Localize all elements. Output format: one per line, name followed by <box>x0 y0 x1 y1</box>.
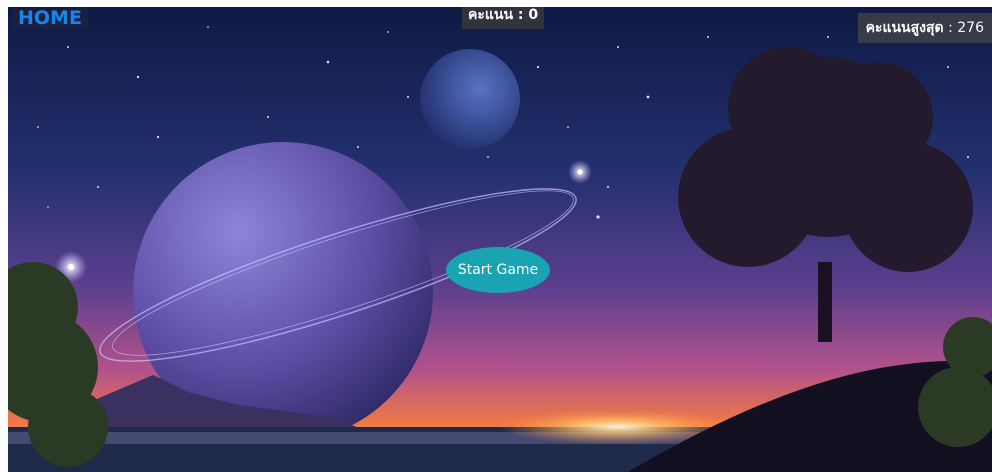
current-score: คะแนน : 0 <box>462 7 545 29</box>
score-label: คะแนน <box>468 7 514 23</box>
start-game-button[interactable]: Start Game <box>446 247 550 293</box>
home-link[interactable]: HOME <box>12 7 88 29</box>
best-score: คะแนนสูงสุด : 276 <box>857 13 992 43</box>
best-score-separator: : <box>943 20 958 36</box>
score-value: 0 <box>528 7 539 23</box>
best-score-label: คะแนนสูงสุด <box>865 20 944 36</box>
night-sky-scene <box>8 7 992 472</box>
game-frame: HOME คะแนน : 0 คะแนนสูงสุด : 276 Start G… <box>8 7 992 472</box>
score-separator: : <box>513 7 529 23</box>
best-score-value: 276 <box>957 20 984 36</box>
